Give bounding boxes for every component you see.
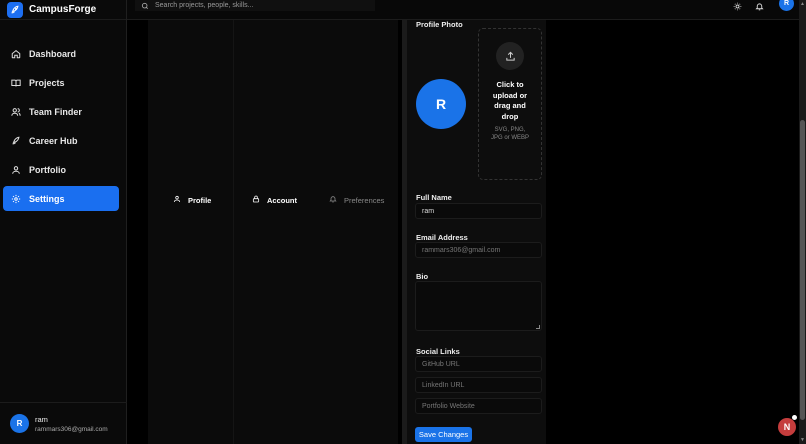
photo-upload-dropzone[interactable]: Click to upload or drag and drop SVG, PN… — [478, 28, 542, 180]
book-icon — [11, 78, 21, 88]
profile-form: Profile Photo R Click to upload or drag … — [402, 20, 546, 444]
sidebar-item-label: Portfolio — [29, 164, 66, 175]
email-label: Email Address — [416, 233, 468, 242]
avatar: R — [10, 414, 29, 433]
bell-icon[interactable] — [754, 1, 764, 11]
tab-label: Account — [267, 195, 297, 205]
user-icon — [173, 195, 181, 205]
gear-icon — [11, 194, 21, 204]
rocket-icon — [11, 136, 21, 146]
user-info: ram rammars306@gmail.com — [35, 415, 108, 433]
portfolio-website-field[interactable]: Portfolio Website — [415, 398, 542, 414]
github-url-field[interactable]: GitHub URL — [415, 356, 542, 372]
sidebar-item-career-hub[interactable]: Career Hub — [3, 128, 119, 153]
tab-account[interactable]: Account — [252, 195, 297, 205]
sidebar-item-label: Settings — [29, 193, 65, 204]
full-name-field[interactable]: ram — [415, 203, 542, 219]
upload-icon — [496, 42, 524, 70]
avatar[interactable]: R — [779, 0, 794, 11]
search-input[interactable]: Search projects, people, skills... — [155, 2, 253, 9]
bell-icon — [329, 195, 337, 205]
users-icon — [11, 107, 21, 117]
bio-label: Bio — [416, 272, 429, 281]
profile-photo-avatar: R — [416, 79, 466, 129]
rocket-icon — [7, 1, 23, 18]
user-name: ram — [35, 414, 48, 424]
sidebar-item-portfolio[interactable]: Portfolio — [3, 157, 119, 182]
upload-hint: SVG, PNG, JPG or WEBP — [490, 127, 529, 141]
user-profile[interactable]: R ram rammars306@gmail.com — [0, 402, 127, 444]
bio-textarea[interactable] — [415, 281, 542, 331]
sidebar-item-projects[interactable]: Projects — [3, 70, 119, 95]
brand-name: CampusForge — [29, 4, 97, 15]
social-links-label: Social Links — [416, 347, 460, 356]
search-bar[interactable]: Search projects, people, skills... — [135, 0, 375, 11]
user-email: rammars306@gmail.com — [35, 425, 108, 433]
notification-dot — [792, 415, 797, 420]
sidebar-item-team-finder[interactable]: Team Finder — [3, 99, 119, 124]
sidebar-item-dashboard[interactable]: Dashboard — [3, 41, 119, 66]
sun-icon[interactable] — [732, 1, 742, 11]
sidebar-item-label: Team Finder — [29, 106, 82, 117]
home-icon — [11, 49, 21, 59]
scroll-down-icon[interactable]: ▼ — [800, 437, 805, 443]
linkedin-url-field[interactable]: LinkedIn URL — [415, 377, 542, 393]
tab-label: Preferences — [344, 195, 385, 205]
tab-preferences[interactable]: Preferences — [329, 195, 384, 205]
sidebar-item-label: Career Hub — [29, 135, 78, 146]
divider — [233, 20, 234, 444]
save-changes-button[interactable]: Save Changes — [415, 427, 472, 442]
sidebar-item-label: Projects — [29, 77, 65, 88]
full-name-label: Full Name — [416, 193, 452, 202]
profile-photo-label: Profile Photo — [416, 20, 463, 29]
scroll-up-icon[interactable]: ▲ — [800, 1, 805, 7]
user-icon — [11, 165, 21, 175]
scrollbar[interactable]: ▲ ▼ — [799, 0, 806, 444]
email-field[interactable]: rammars306@gmail.com — [415, 242, 542, 258]
brand[interactable]: CampusForge — [0, 0, 126, 20]
topbar: Search projects, people, skills... R — [127, 0, 806, 20]
sidebar-item-label: Dashboard — [29, 48, 77, 59]
upload-title: Click to upload or drag and drop — [492, 80, 528, 121]
resize-handle[interactable] — [536, 325, 540, 329]
tab-label: Profile — [188, 195, 212, 205]
tab-profile[interactable]: Profile — [173, 195, 211, 205]
settings-tabs: Profile Account Preferences — [148, 195, 398, 211]
sidebar: CampusForge Dashboard Projects Team Find… — [0, 0, 127, 444]
settings-tabs-panel — [148, 20, 398, 444]
scrollbar-thumb[interactable] — [800, 120, 805, 420]
search-icon — [141, 0, 149, 15]
sidebar-nav: Dashboard Projects Team Finder Career Hu… — [3, 41, 119, 215]
sidebar-item-settings[interactable]: Settings — [3, 186, 119, 211]
floating-assistant-button[interactable]: N — [778, 418, 796, 436]
lock-icon — [252, 195, 260, 205]
